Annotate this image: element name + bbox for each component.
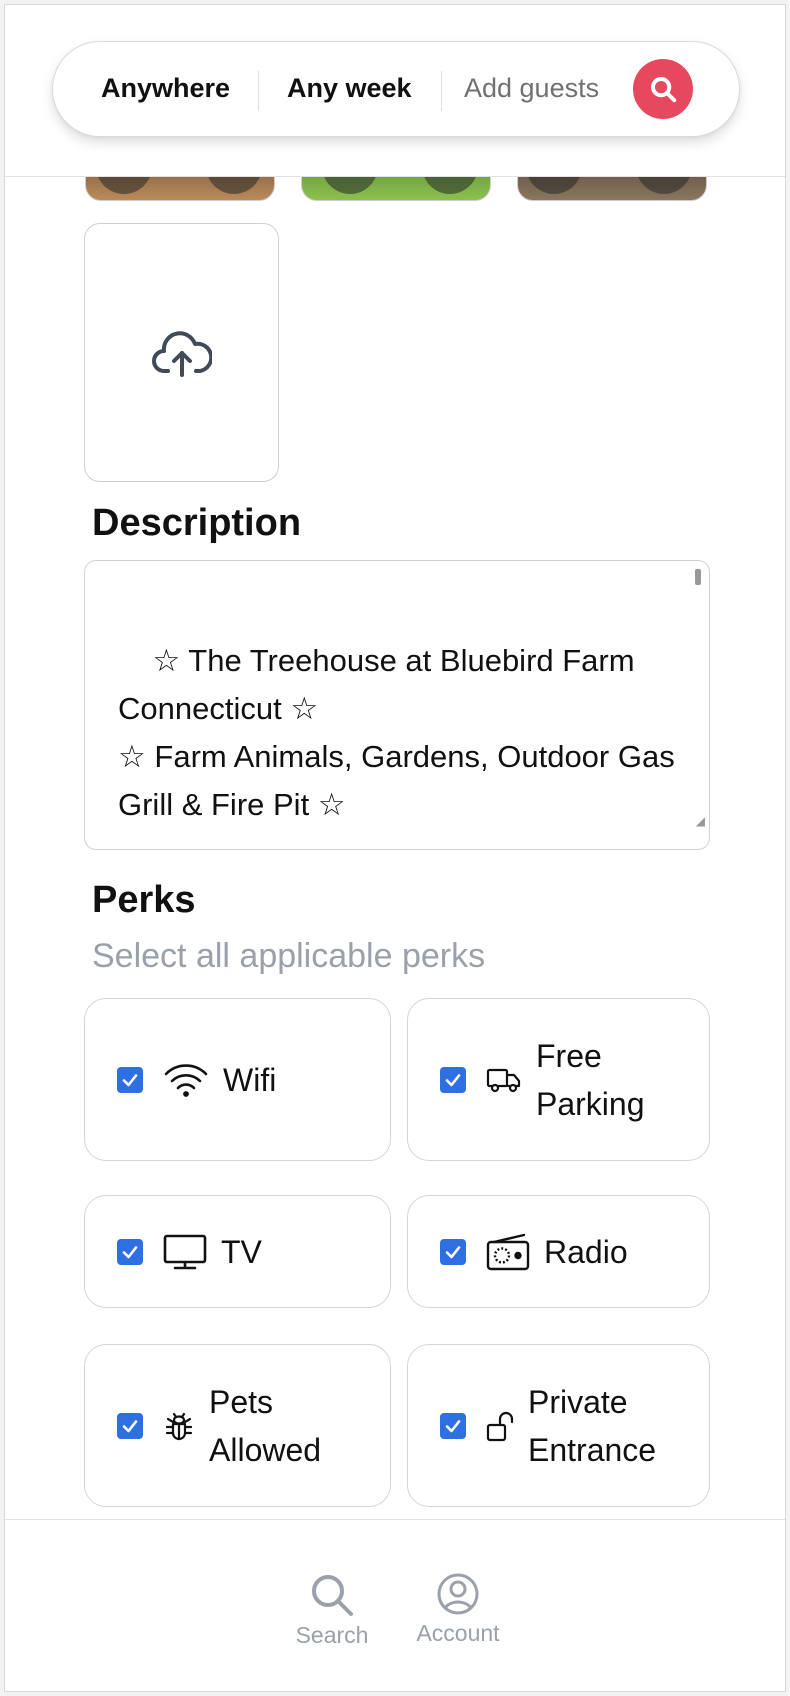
divider	[441, 71, 442, 111]
nav-search-label: Search	[295, 1622, 369, 1648]
divider	[258, 71, 259, 111]
wifi-icon	[163, 1060, 209, 1100]
guests-filter[interactable]: Add guests	[464, 73, 599, 104]
nav-account-label: Account	[416, 1620, 500, 1646]
check-icon	[122, 1245, 138, 1258]
perk-label: Pets Allowed	[209, 1383, 322, 1468]
checkbox[interactable]	[440, 1412, 466, 1439]
check-icon	[122, 1073, 138, 1086]
search-button[interactable]	[633, 59, 693, 119]
scrollbar[interactable]	[695, 569, 701, 585]
cloud-upload-icon	[151, 330, 212, 377]
checkbox[interactable]	[117, 1238, 143, 1265]
check-icon	[445, 1073, 461, 1086]
truck-icon	[486, 1065, 522, 1095]
check-icon	[122, 1419, 138, 1432]
radio-icon	[486, 1232, 530, 1272]
perk-radio[interactable]: Radio	[407, 1195, 710, 1308]
perk-wifi[interactable]: Wifi	[84, 998, 391, 1161]
nav-search[interactable]: Search	[287, 1572, 377, 1649]
perks-subtitle: Select all applicable perks	[92, 937, 486, 975]
search-icon	[312, 1575, 353, 1616]
checkbox[interactable]	[117, 1412, 143, 1439]
bottom-nav: Search Account	[5, 1519, 785, 1691]
description-heading: Description	[92, 502, 302, 544]
checkbox[interactable]	[117, 1066, 143, 1093]
description-text: ☆ The Treehouse at Bluebird Farm Connect…	[118, 643, 675, 822]
perk-label: TV	[221, 1233, 262, 1270]
upload-photo-button[interactable]	[84, 223, 279, 482]
app-frame: Anywhere Any week Add guests Description…	[4, 4, 786, 1692]
perk-label: Free Parking	[536, 1037, 645, 1122]
check-icon	[445, 1419, 461, 1432]
perk-label: Radio	[544, 1233, 628, 1270]
checkbox[interactable]	[440, 1238, 466, 1265]
perk-private-entrance[interactable]: Private Entrance	[407, 1344, 710, 1507]
perk-label: Private Entrance	[528, 1383, 657, 1468]
search-bar[interactable]: Anywhere Any week Add guests	[52, 41, 740, 137]
monitor-icon	[163, 1233, 207, 1271]
search-icon	[651, 77, 677, 103]
dates-filter[interactable]: Any week	[287, 73, 412, 104]
location-filter[interactable]: Anywhere	[101, 73, 230, 104]
resize-handle[interactable]: ◢	[696, 797, 705, 845]
perks-heading: Perks	[92, 879, 196, 921]
check-icon	[445, 1245, 461, 1258]
lock-open-icon	[486, 1409, 516, 1443]
perk-label: Wifi	[223, 1061, 277, 1098]
checkbox[interactable]	[440, 1066, 466, 1093]
header: Anywhere Any week Add guests	[5, 5, 785, 177]
user-circle-icon	[437, 1573, 479, 1615]
perk-pets-allowed[interactable]: Pets Allowed	[84, 1344, 391, 1507]
bug-icon	[163, 1408, 195, 1444]
perk-free-parking[interactable]: Free Parking	[407, 998, 710, 1161]
description-textarea[interactable]: ☆ The Treehouse at Bluebird Farm Connect…	[84, 560, 710, 850]
perk-tv[interactable]: TV	[84, 1195, 391, 1308]
nav-account[interactable]: Account	[408, 1572, 508, 1647]
